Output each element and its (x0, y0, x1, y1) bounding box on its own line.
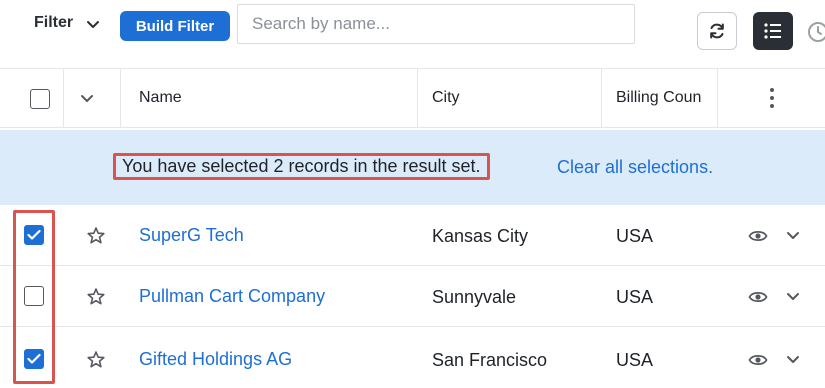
column-divider (601, 69, 602, 127)
record-billing-country: USA (616, 226, 654, 246)
star-icon[interactable] (86, 350, 106, 370)
chevron-down-icon[interactable] (786, 292, 800, 302)
table-row[interactable]: Gifted Holdings AG San Francisco USA (0, 327, 825, 388)
eye-icon[interactable] (748, 229, 768, 243)
column-header-name[interactable]: Name (139, 89, 182, 107)
record-name-link[interactable]: SuperG Tech (139, 225, 244, 246)
clear-selections-link[interactable]: Clear all selections. (557, 157, 713, 178)
selection-banner: You have selected 2 records in the resul… (0, 130, 825, 205)
clock-icon[interactable] (806, 20, 825, 44)
filter-bar: Filter Build Filter Search by name... (0, 0, 825, 52)
column-divider (63, 69, 64, 127)
row-checkbox[interactable] (24, 286, 44, 306)
search-placeholder: Search by name... (252, 14, 390, 33)
chevron-down-icon[interactable] (80, 93, 94, 105)
kebab-menu-icon[interactable] (768, 87, 776, 109)
chevron-down-icon[interactable] (786, 231, 800, 241)
table-row[interactable]: Pullman Cart Company Sunnyvale USA (0, 266, 825, 327)
select-all-checkbox[interactable] (30, 89, 50, 109)
column-header-billing-country[interactable]: Billing Coun (616, 89, 714, 107)
column-header-city[interactable]: City (432, 89, 460, 107)
record-billing-country: USA (616, 350, 654, 370)
checkmark-icon (27, 353, 41, 364)
star-icon[interactable] (86, 287, 106, 307)
star-icon[interactable] (86, 226, 106, 246)
column-divider (417, 69, 418, 127)
eye-icon[interactable] (748, 290, 768, 304)
checkmark-icon (27, 229, 41, 240)
record-name-link[interactable]: Gifted Holdings AG (139, 349, 292, 370)
record-city: San Francisco (432, 350, 548, 370)
record-city: Kansas City (432, 226, 529, 246)
chevron-down-icon[interactable] (86, 18, 100, 32)
list-view-icon (764, 23, 781, 39)
record-city: Sunnyvale (432, 287, 517, 307)
build-filter-button[interactable]: Build Filter (120, 11, 230, 41)
column-divider (120, 69, 121, 127)
refresh-icon (710, 23, 724, 39)
eye-icon[interactable] (748, 353, 768, 367)
record-billing-country: USA (616, 287, 654, 307)
chevron-down-icon[interactable] (786, 355, 800, 365)
filter-label[interactable]: Filter (34, 14, 73, 32)
selection-message: You have selected 2 records in the resul… (113, 153, 490, 180)
search-input[interactable]: Search by name... (237, 4, 635, 44)
list-view-button[interactable] (753, 12, 793, 50)
record-name-link[interactable]: Pullman Cart Company (139, 286, 325, 307)
row-checkbox[interactable] (24, 225, 44, 245)
row-checkbox[interactable] (24, 349, 44, 369)
refresh-button[interactable] (697, 12, 737, 50)
column-divider (717, 69, 718, 127)
table-header: Name City Billing Coun (0, 68, 825, 128)
table-row[interactable]: SuperG Tech Kansas City USA (0, 205, 825, 266)
